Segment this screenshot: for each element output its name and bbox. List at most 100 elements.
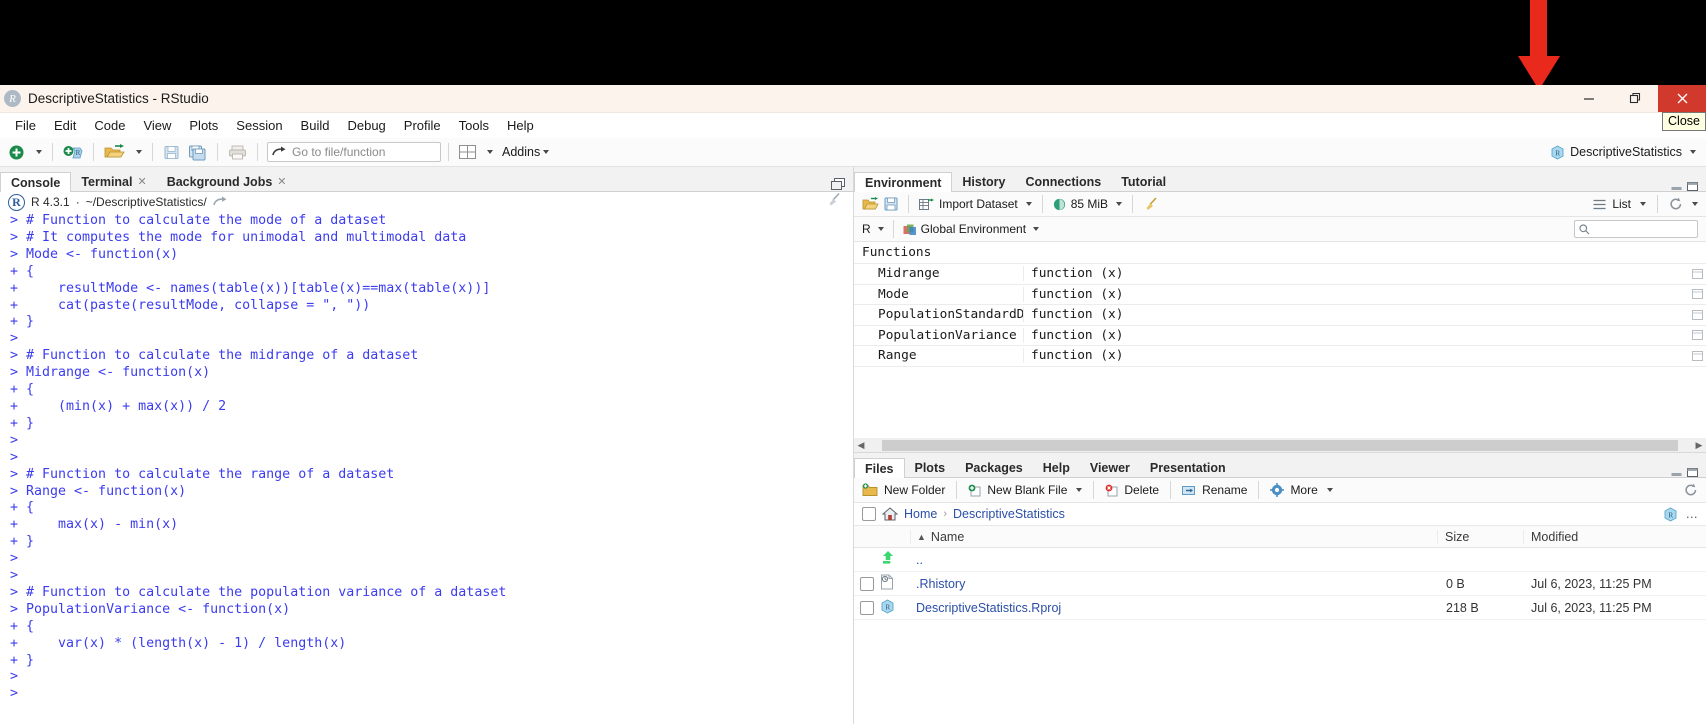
delete-button[interactable]: Delete [1124, 483, 1159, 497]
clear-environment-icon[interactable] [1143, 197, 1159, 211]
tab-packages[interactable]: Packages [955, 458, 1033, 477]
memory-caret-icon[interactable] [1116, 202, 1123, 206]
workspace-panes-button[interactable] [456, 141, 479, 163]
menu-tools[interactable]: Tools [450, 116, 498, 135]
console-output[interactable]: > # Function to calculate the mode of a … [0, 211, 853, 724]
global-environment-caret-icon[interactable] [1033, 227, 1040, 231]
table-row[interactable]: Range function (x) [854, 346, 1706, 367]
list-item[interactable]: R DescriptiveStatistics.Rproj 218 B Jul … [854, 596, 1706, 620]
rename-icon[interactable] [1182, 484, 1196, 497]
import-dataset-caret-icon[interactable] [1025, 202, 1032, 206]
list-view-icon[interactable] [1593, 199, 1606, 210]
minimize-button[interactable] [1566, 85, 1612, 112]
select-all-checkbox[interactable] [862, 507, 876, 521]
save-all-button[interactable] [185, 141, 210, 163]
new-folder-icon[interactable] [862, 483, 878, 497]
files-overflow-menu[interactable]: … [1686, 507, 1699, 521]
menu-view[interactable]: View [134, 116, 180, 135]
table-row[interactable]: Mode function (x) [854, 285, 1706, 305]
close-button[interactable] [1658, 85, 1706, 112]
menu-plots[interactable]: Plots [180, 116, 227, 135]
menu-help[interactable]: Help [498, 116, 543, 135]
tab-terminal[interactable]: Terminal ✕ [71, 172, 156, 191]
up-folder-icon[interactable] [880, 550, 910, 569]
view-function-icon[interactable] [1688, 309, 1706, 320]
tab-history[interactable]: History [952, 172, 1015, 191]
clear-console-icon[interactable] [827, 192, 843, 212]
save-button[interactable] [160, 141, 183, 163]
files-header-size[interactable]: Size [1437, 529, 1523, 544]
save-workspace-icon[interactable] [884, 197, 898, 211]
view-function-icon[interactable] [1688, 289, 1706, 300]
minimize-pane-icon[interactable] [1671, 182, 1682, 191]
more-caret-icon[interactable] [1326, 488, 1333, 492]
breadcrumb-descriptivestatistics[interactable]: DescriptiveStatistics [953, 507, 1065, 521]
tab-tutorial[interactable]: Tutorial [1111, 172, 1176, 191]
tab-terminal-close-icon[interactable]: ✕ [137, 175, 146, 188]
menu-file[interactable]: File [6, 116, 45, 135]
tab-background-jobs-close-icon[interactable]: ✕ [277, 175, 286, 188]
list-item[interactable]: .Rhistory 0 B Jul 6, 2023, 11:25 PM [854, 572, 1706, 596]
maximize-pane-icon[interactable] [1687, 182, 1698, 191]
table-row[interactable]: PopulationVariance function (x) [854, 326, 1706, 346]
environment-search-input[interactable] [1574, 220, 1698, 238]
file-name[interactable]: .. [910, 553, 1439, 567]
rename-button[interactable]: Rename [1202, 483, 1247, 497]
more-gear-icon[interactable] [1270, 483, 1285, 497]
new-folder-button[interactable]: New Folder [884, 483, 945, 497]
menu-profile[interactable]: Profile [395, 116, 450, 135]
menu-debug[interactable]: Debug [338, 116, 394, 135]
files-header-name[interactable]: ▲ Name [910, 529, 1437, 544]
delete-icon[interactable] [1105, 484, 1118, 497]
menu-code[interactable]: Code [85, 116, 134, 135]
tab-background-jobs[interactable]: Background Jobs ✕ [157, 172, 297, 191]
memory-usage-label[interactable]: 85 MiB [1071, 197, 1108, 211]
global-environment-label[interactable]: Global Environment [921, 222, 1026, 236]
new-blank-file-button[interactable]: New Blank File [987, 483, 1067, 497]
load-workspace-icon[interactable] [862, 197, 879, 211]
minimize-pane-icon[interactable] [1671, 468, 1682, 477]
file-checkbox[interactable] [860, 600, 874, 615]
project-selector[interactable]: R DescriptiveStatistics [1550, 144, 1706, 160]
tab-viewer[interactable]: Viewer [1080, 458, 1140, 477]
environment-horizontal-scrollbar[interactable]: ◀ ▶ [854, 438, 1706, 452]
view-function-icon[interactable] [1688, 330, 1706, 341]
refresh-icon[interactable] [1669, 197, 1683, 211]
menu-build[interactable]: Build [292, 116, 339, 135]
file-name[interactable]: DescriptiveStatistics.Rproj [910, 601, 1439, 615]
tab-environment[interactable]: Environment [854, 172, 953, 192]
view-function-icon[interactable] [1688, 268, 1706, 279]
table-row[interactable]: Midrange function (x) [854, 264, 1706, 285]
maximize-pane-icon[interactable] [831, 178, 846, 191]
new-file-dropdown[interactable] [30, 141, 45, 163]
tab-console[interactable]: Console [0, 172, 72, 192]
file-name[interactable]: .Rhistory [910, 577, 1439, 591]
menu-edit[interactable]: Edit [45, 116, 85, 135]
tab-plots[interactable]: Plots [905, 458, 956, 477]
view-function-icon[interactable] [1688, 350, 1706, 361]
new-project-button[interactable]: R [60, 141, 86, 163]
maximize-pane-icon[interactable] [1687, 468, 1698, 477]
tab-help[interactable]: Help [1033, 458, 1080, 477]
table-row[interactable]: PopulationStandardDe… function (x) [854, 305, 1706, 326]
files-refresh-icon[interactable] [1684, 483, 1698, 497]
more-button[interactable]: More [1290, 483, 1317, 497]
open-file-button[interactable] [101, 141, 128, 163]
print-button[interactable] [225, 141, 250, 163]
file-checkbox[interactable] [860, 576, 874, 591]
maximize-restore-button[interactable] [1612, 85, 1658, 112]
scroll-left-icon[interactable]: ◀ [854, 440, 868, 451]
new-blank-file-caret-icon[interactable] [1076, 488, 1083, 492]
refresh-caret-icon[interactable] [1692, 202, 1698, 206]
files-header-modified[interactable]: Modified [1523, 529, 1706, 544]
new-file-button[interactable] [5, 141, 28, 163]
open-file-dropdown[interactable] [130, 141, 145, 163]
addins-button[interactable]: Addins [502, 145, 550, 159]
view-mode-label[interactable]: List [1612, 197, 1631, 211]
tab-connections[interactable]: Connections [1015, 172, 1111, 191]
breadcrumb-home[interactable]: Home [904, 507, 937, 521]
files-rproj-icon[interactable]: R [1663, 506, 1678, 522]
list-item[interactable]: .. [854, 548, 1706, 572]
view-mode-caret-icon[interactable] [1640, 202, 1646, 206]
goto-file-function-input[interactable]: Go to file/function [267, 142, 441, 162]
